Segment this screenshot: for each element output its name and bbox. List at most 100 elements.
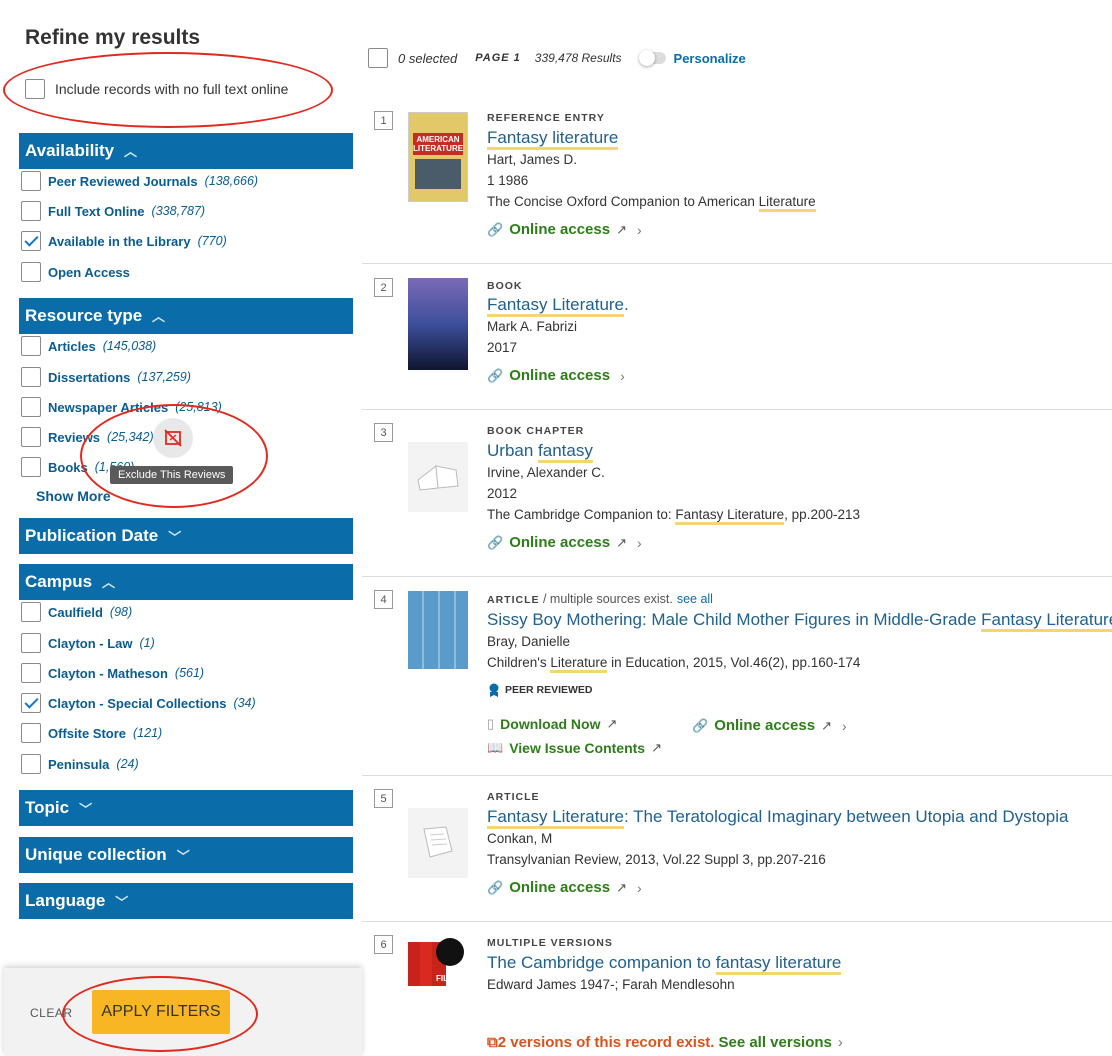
chevron-down-icon: ﹀ bbox=[168, 529, 182, 545]
online-access-link[interactable]: 🔗 Online access ↗ › bbox=[692, 717, 847, 734]
include-no-fulltext-checkbox[interactable] bbox=[25, 79, 45, 99]
personalize-label[interactable]: Personalize bbox=[674, 51, 746, 66]
result-title[interactable]: Urban fantasy bbox=[487, 441, 593, 463]
checkbox[interactable] bbox=[21, 336, 41, 356]
see-all-sources-link[interactable]: see all bbox=[677, 592, 713, 606]
cover-title: AMERICAN LITERATURE bbox=[413, 133, 464, 155]
multiple-versions-thumbnail[interactable]: FILM bbox=[408, 938, 466, 988]
facet-item-count: (1) bbox=[139, 636, 155, 650]
facet-item-label: Dissertations bbox=[48, 369, 131, 385]
book-cover-thumbnail[interactable]: AMERICAN LITERATURE bbox=[408, 112, 468, 202]
facet-item-offsite-store[interactable]: Offsite Store (121) bbox=[21, 723, 162, 743]
checkbox[interactable] bbox=[21, 427, 41, 447]
clear-filters-button[interactable]: CLEAR bbox=[30, 1006, 73, 1020]
exclude-tooltip: Exclude This Reviews bbox=[110, 466, 234, 484]
result-item: 2 BOOK Fantasy Literature. Mark A. Fabri… bbox=[362, 264, 1112, 410]
checkbox[interactable] bbox=[21, 171, 41, 191]
chevron-up-icon: ﹀ bbox=[152, 307, 166, 323]
result-item: 5 ARTICLE Fantasy Literature: The Terato… bbox=[362, 776, 1112, 922]
link-icon: 🔗 bbox=[487, 534, 504, 550]
result-source: The Cambridge Companion to: Fantasy Lite… bbox=[487, 507, 860, 525]
facet-item-clayton-matheson[interactable]: Clayton - Matheson (561) bbox=[21, 663, 204, 683]
facet-publication-date-header[interactable]: Publication Date ﹀ bbox=[19, 518, 353, 554]
versions-notice[interactable]: ⧉2 versions of this record exist. See all… bbox=[487, 1034, 843, 1051]
facet-item-clayton-law[interactable]: Clayton - Law (1) bbox=[21, 633, 155, 653]
facet-item-clayton-special-collections[interactable]: Clayton - Special Collections (34) bbox=[21, 693, 256, 713]
peer-reviewed-badge: PEER REVIEWED bbox=[487, 683, 593, 697]
book-chapter-icon[interactable] bbox=[408, 442, 468, 512]
checkbox[interactable] bbox=[21, 723, 41, 743]
filter-action-bar: CLEAR APPLY FILTERS bbox=[4, 968, 362, 1056]
facet-item-label: Full Text Online bbox=[48, 203, 145, 219]
facet-item-available-in-library[interactable]: Available in the Library (770) bbox=[21, 231, 227, 251]
result-date: 2017 bbox=[487, 340, 518, 355]
online-access-link[interactable]: 🔗 Online access ↗ › bbox=[487, 534, 642, 551]
result-title[interactable]: Fantasy literature bbox=[487, 128, 619, 150]
online-access-link[interactable]: 🔗 Online access ↗ › bbox=[487, 879, 642, 896]
apply-filters-button[interactable]: APPLY FILTERS bbox=[92, 990, 230, 1034]
facet-item-peer-reviewed[interactable]: Peer Reviewed Journals (138,666) bbox=[21, 171, 258, 191]
facet-language-header[interactable]: Language ﹀ bbox=[19, 883, 353, 919]
facet-campus-header[interactable]: Campus ﹀ bbox=[19, 564, 353, 600]
online-access-link[interactable]: 🔗 Online access › bbox=[487, 367, 625, 384]
see-all-versions-link[interactable]: See all versions bbox=[718, 1034, 831, 1051]
result-number: 5 bbox=[374, 789, 393, 808]
show-more-link[interactable]: Show More bbox=[36, 488, 111, 504]
facet-item-label: Articles bbox=[48, 338, 96, 354]
result-type: BOOK bbox=[487, 280, 523, 292]
external-link-icon: ↗ bbox=[616, 879, 627, 895]
journal-cover-thumbnail[interactable] bbox=[408, 591, 468, 669]
book-icon: 📖 bbox=[487, 740, 504, 755]
online-access-link[interactable]: 🔗 Online access ↗ › bbox=[487, 221, 642, 238]
checkbox-checked[interactable] bbox=[21, 231, 41, 251]
select-all-checkbox[interactable] bbox=[368, 48, 388, 68]
result-number: 6 bbox=[374, 935, 393, 954]
facet-item-caulfield[interactable]: Caulfield (98) bbox=[21, 602, 132, 622]
checkbox[interactable] bbox=[21, 754, 41, 774]
result-title[interactable]: Sissy Boy Mothering: Male Child Mother F… bbox=[487, 610, 1112, 632]
facet-unique-collection-header[interactable]: Unique collection ﹀ bbox=[19, 837, 353, 873]
checkbox-checked[interactable] bbox=[21, 693, 41, 713]
result-author: Conkan, M bbox=[487, 831, 553, 846]
result-number: 3 bbox=[374, 423, 393, 442]
result-title[interactable]: Fantasy Literature. bbox=[487, 295, 629, 317]
facet-item-reviews[interactable]: Reviews (25,342) bbox=[21, 427, 154, 447]
facet-item-peninsula[interactable]: Peninsula (24) bbox=[21, 754, 139, 774]
download-now-link[interactable]: ▯ Download Now ↗ bbox=[487, 716, 617, 732]
checkbox[interactable] bbox=[21, 201, 41, 221]
checkbox[interactable] bbox=[21, 367, 41, 387]
checkbox[interactable] bbox=[21, 397, 41, 417]
book-cover-thumbnail[interactable] bbox=[408, 278, 468, 370]
checkbox[interactable] bbox=[21, 663, 41, 683]
facet-item-count: (137,259) bbox=[137, 370, 191, 384]
result-item: 1 AMERICAN LITERATURE REFERENCE ENTRY Fa… bbox=[362, 100, 1112, 264]
result-title[interactable]: The Cambridge companion to fantasy liter… bbox=[487, 953, 842, 975]
result-number: 4 bbox=[374, 590, 393, 609]
exclude-facet-button[interactable] bbox=[153, 418, 193, 458]
facet-item-label: Peer Reviewed Journals bbox=[48, 173, 198, 189]
checkbox[interactable] bbox=[21, 457, 41, 477]
personalize-toggle[interactable] bbox=[638, 50, 666, 66]
facet-topic-header[interactable]: Topic ﹀ bbox=[19, 790, 353, 826]
facet-item-count: (98) bbox=[109, 605, 133, 619]
article-icon[interactable] bbox=[408, 808, 468, 878]
checkbox[interactable] bbox=[21, 633, 41, 653]
facet-item-articles[interactable]: Articles (145,038) bbox=[21, 336, 156, 356]
refine-title: Refine my results bbox=[25, 26, 201, 49]
checkbox[interactable] bbox=[21, 602, 41, 622]
facet-availability-header[interactable]: Availability ﹀ bbox=[19, 133, 353, 169]
facet-item-open-access[interactable]: Open Access bbox=[21, 262, 130, 282]
include-no-fulltext-option[interactable]: Include records with no full text online bbox=[25, 79, 288, 99]
result-source: The Concise Oxford Companion to American… bbox=[487, 194, 816, 212]
view-issue-contents-link[interactable]: 📖 View Issue Contents ↗ bbox=[487, 740, 662, 756]
facet-item-dissertations[interactable]: Dissertations (137,259) bbox=[21, 367, 191, 387]
result-title[interactable]: Fantasy Literature: The Teratological Im… bbox=[487, 807, 1068, 829]
result-item: 6 FILM MULTIPLE VERSIONS The Cambridge c… bbox=[362, 922, 1112, 1056]
facet-item-newspaper-articles[interactable]: Newspaper Articles (25,813) bbox=[21, 397, 222, 417]
external-link-icon: ↗ bbox=[651, 740, 662, 755]
checkbox[interactable] bbox=[21, 262, 41, 282]
result-item: 3 BOOK CHAPTER Urban fantasy Irvine, Ale… bbox=[362, 410, 1112, 577]
external-link-icon: ↗ bbox=[821, 717, 832, 733]
facet-resource-type-header[interactable]: Resource type ﹀ bbox=[19, 298, 353, 334]
facet-item-full-text-online[interactable]: Full Text Online (338,787) bbox=[21, 201, 205, 221]
